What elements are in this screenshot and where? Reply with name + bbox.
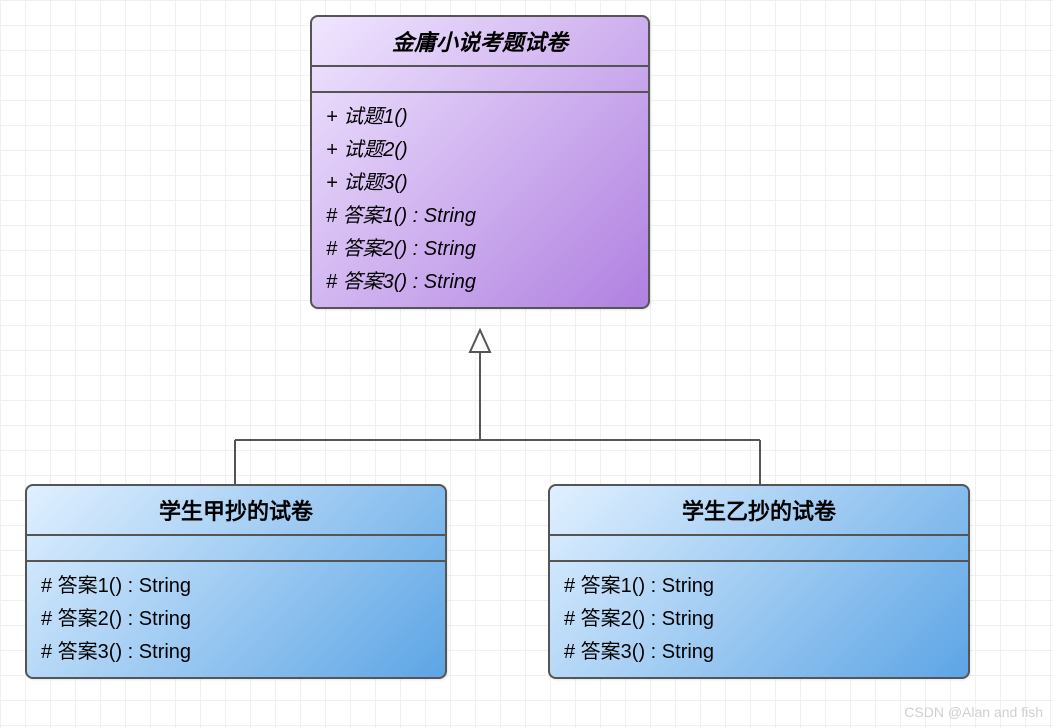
child-right-class-box: 学生乙抄的试卷 # 答案1() : String # 答案2() : Strin… [548,484,970,679]
parent-class-methods: + 试题1() + 试题2() + 试题3() # 答案1() : String… [312,93,648,307]
child-left-class-attributes [27,536,445,562]
watermark-text: CSDN @Alan and fish [904,704,1043,720]
method-item: # 答案1() : String [564,570,954,603]
method-item: # 答案1() : String [326,200,634,233]
method-item: + 试题3() [326,167,634,200]
method-item: # 答案2() : String [564,603,954,636]
method-item: # 答案2() : String [41,603,431,636]
method-item: # 答案2() : String [326,233,634,266]
child-left-class-methods: # 答案1() : String # 答案2() : String # 答案3(… [27,562,445,677]
child-right-class-attributes [550,536,968,562]
method-item: # 答案3() : String [564,636,954,669]
child-right-class-methods: # 答案1() : String # 答案2() : String # 答案3(… [550,562,968,677]
child-right-class-title: 学生乙抄的试卷 [550,486,968,536]
method-item: # 答案3() : String [326,266,634,299]
parent-class-title: 金庸小说考题试卷 [312,17,648,67]
method-item: # 答案3() : String [41,636,431,669]
parent-class-box: 金庸小说考题试卷 + 试题1() + 试题2() + 试题3() # 答案1()… [310,15,650,309]
parent-class-attributes [312,67,648,93]
method-item: # 答案1() : String [41,570,431,603]
method-item: + 试题1() [326,101,634,134]
method-item: + 试题2() [326,134,634,167]
child-left-class-box: 学生甲抄的试卷 # 答案1() : String # 答案2() : Strin… [25,484,447,679]
child-left-class-title: 学生甲抄的试卷 [27,486,445,536]
